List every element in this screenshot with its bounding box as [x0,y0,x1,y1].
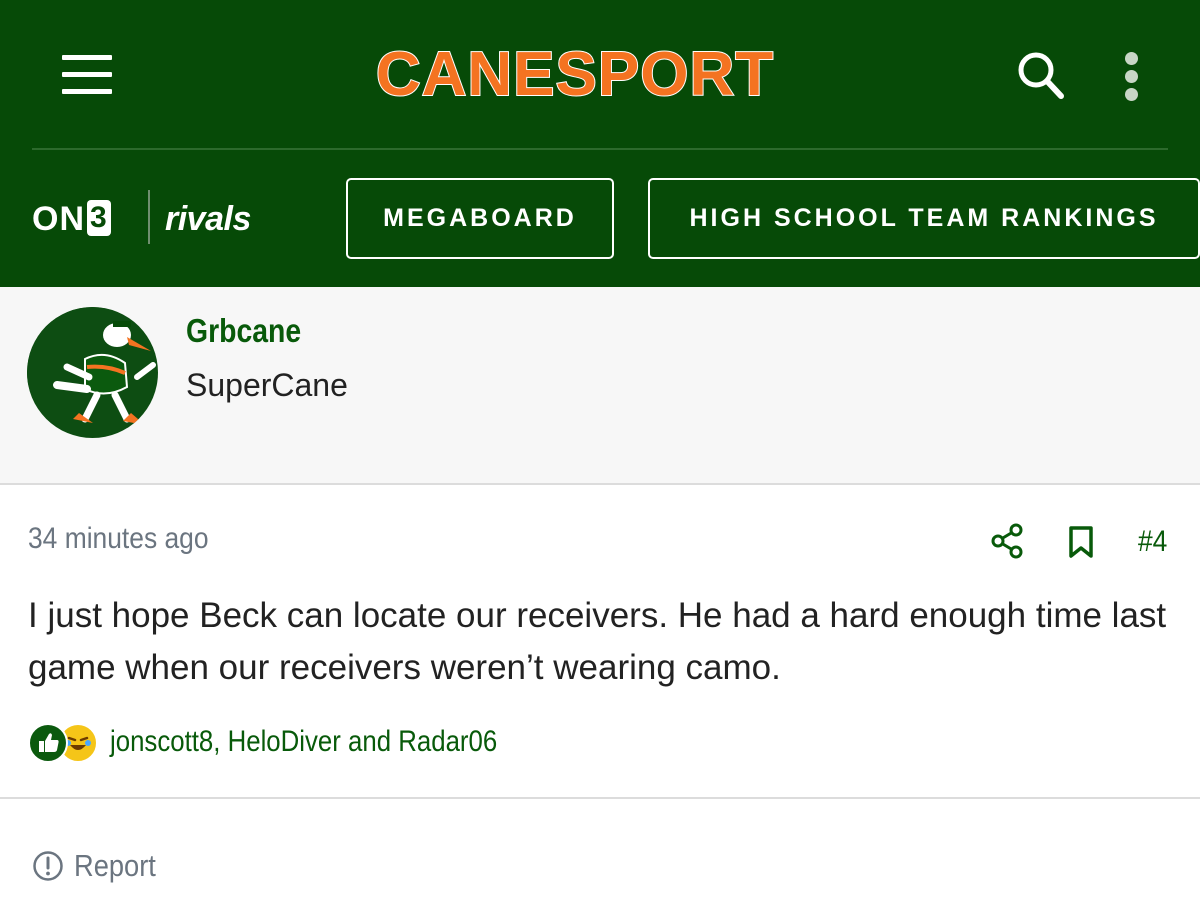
post-timestamp[interactable]: 34 minutes ago [28,522,209,556]
share-icon[interactable] [990,523,1024,559]
ibis-mascot-icon [27,307,157,437]
rivals-logo[interactable]: rivals [165,194,251,244]
menu-icon[interactable] [62,55,112,95]
post-body: I just hope Beck can locate our receiver… [28,596,1167,687]
post-number-link[interactable]: #4 [1138,525,1167,559]
header-divider [32,148,1168,150]
logo-separator [148,190,150,244]
site-logo[interactable]: CANESPORT [300,39,850,110]
username[interactable]: Grbcane [186,312,301,350]
report-label: Report [74,848,156,883]
high-school-team-rankings-button[interactable]: HIGH SCHOOL TEAM RANKINGS [648,178,1200,259]
megaboard-button[interactable]: MEGABOARD [346,178,614,259]
user-title: SuperCane [186,367,348,403]
author-card: Grbcane SuperCane [0,287,1200,485]
reaction-users[interactable]: jonscott8, HeloDiver and Radar06 [110,725,497,759]
on3-logo[interactable]: ON 3 [32,194,111,244]
bookmark-icon[interactable] [1068,525,1094,559]
avatar[interactable] [27,307,158,438]
post: 34 minutes ago #4 I just hope Beck can l… [0,487,1200,799]
more-vertical-icon[interactable] [1115,48,1149,104]
site-header: CANESPORT ON 3 rivals MEGABOARD HIGH SCHO… [0,0,1200,287]
alert-circle-icon [32,850,64,882]
search-icon[interactable] [1010,48,1070,104]
like-icon [28,723,68,763]
